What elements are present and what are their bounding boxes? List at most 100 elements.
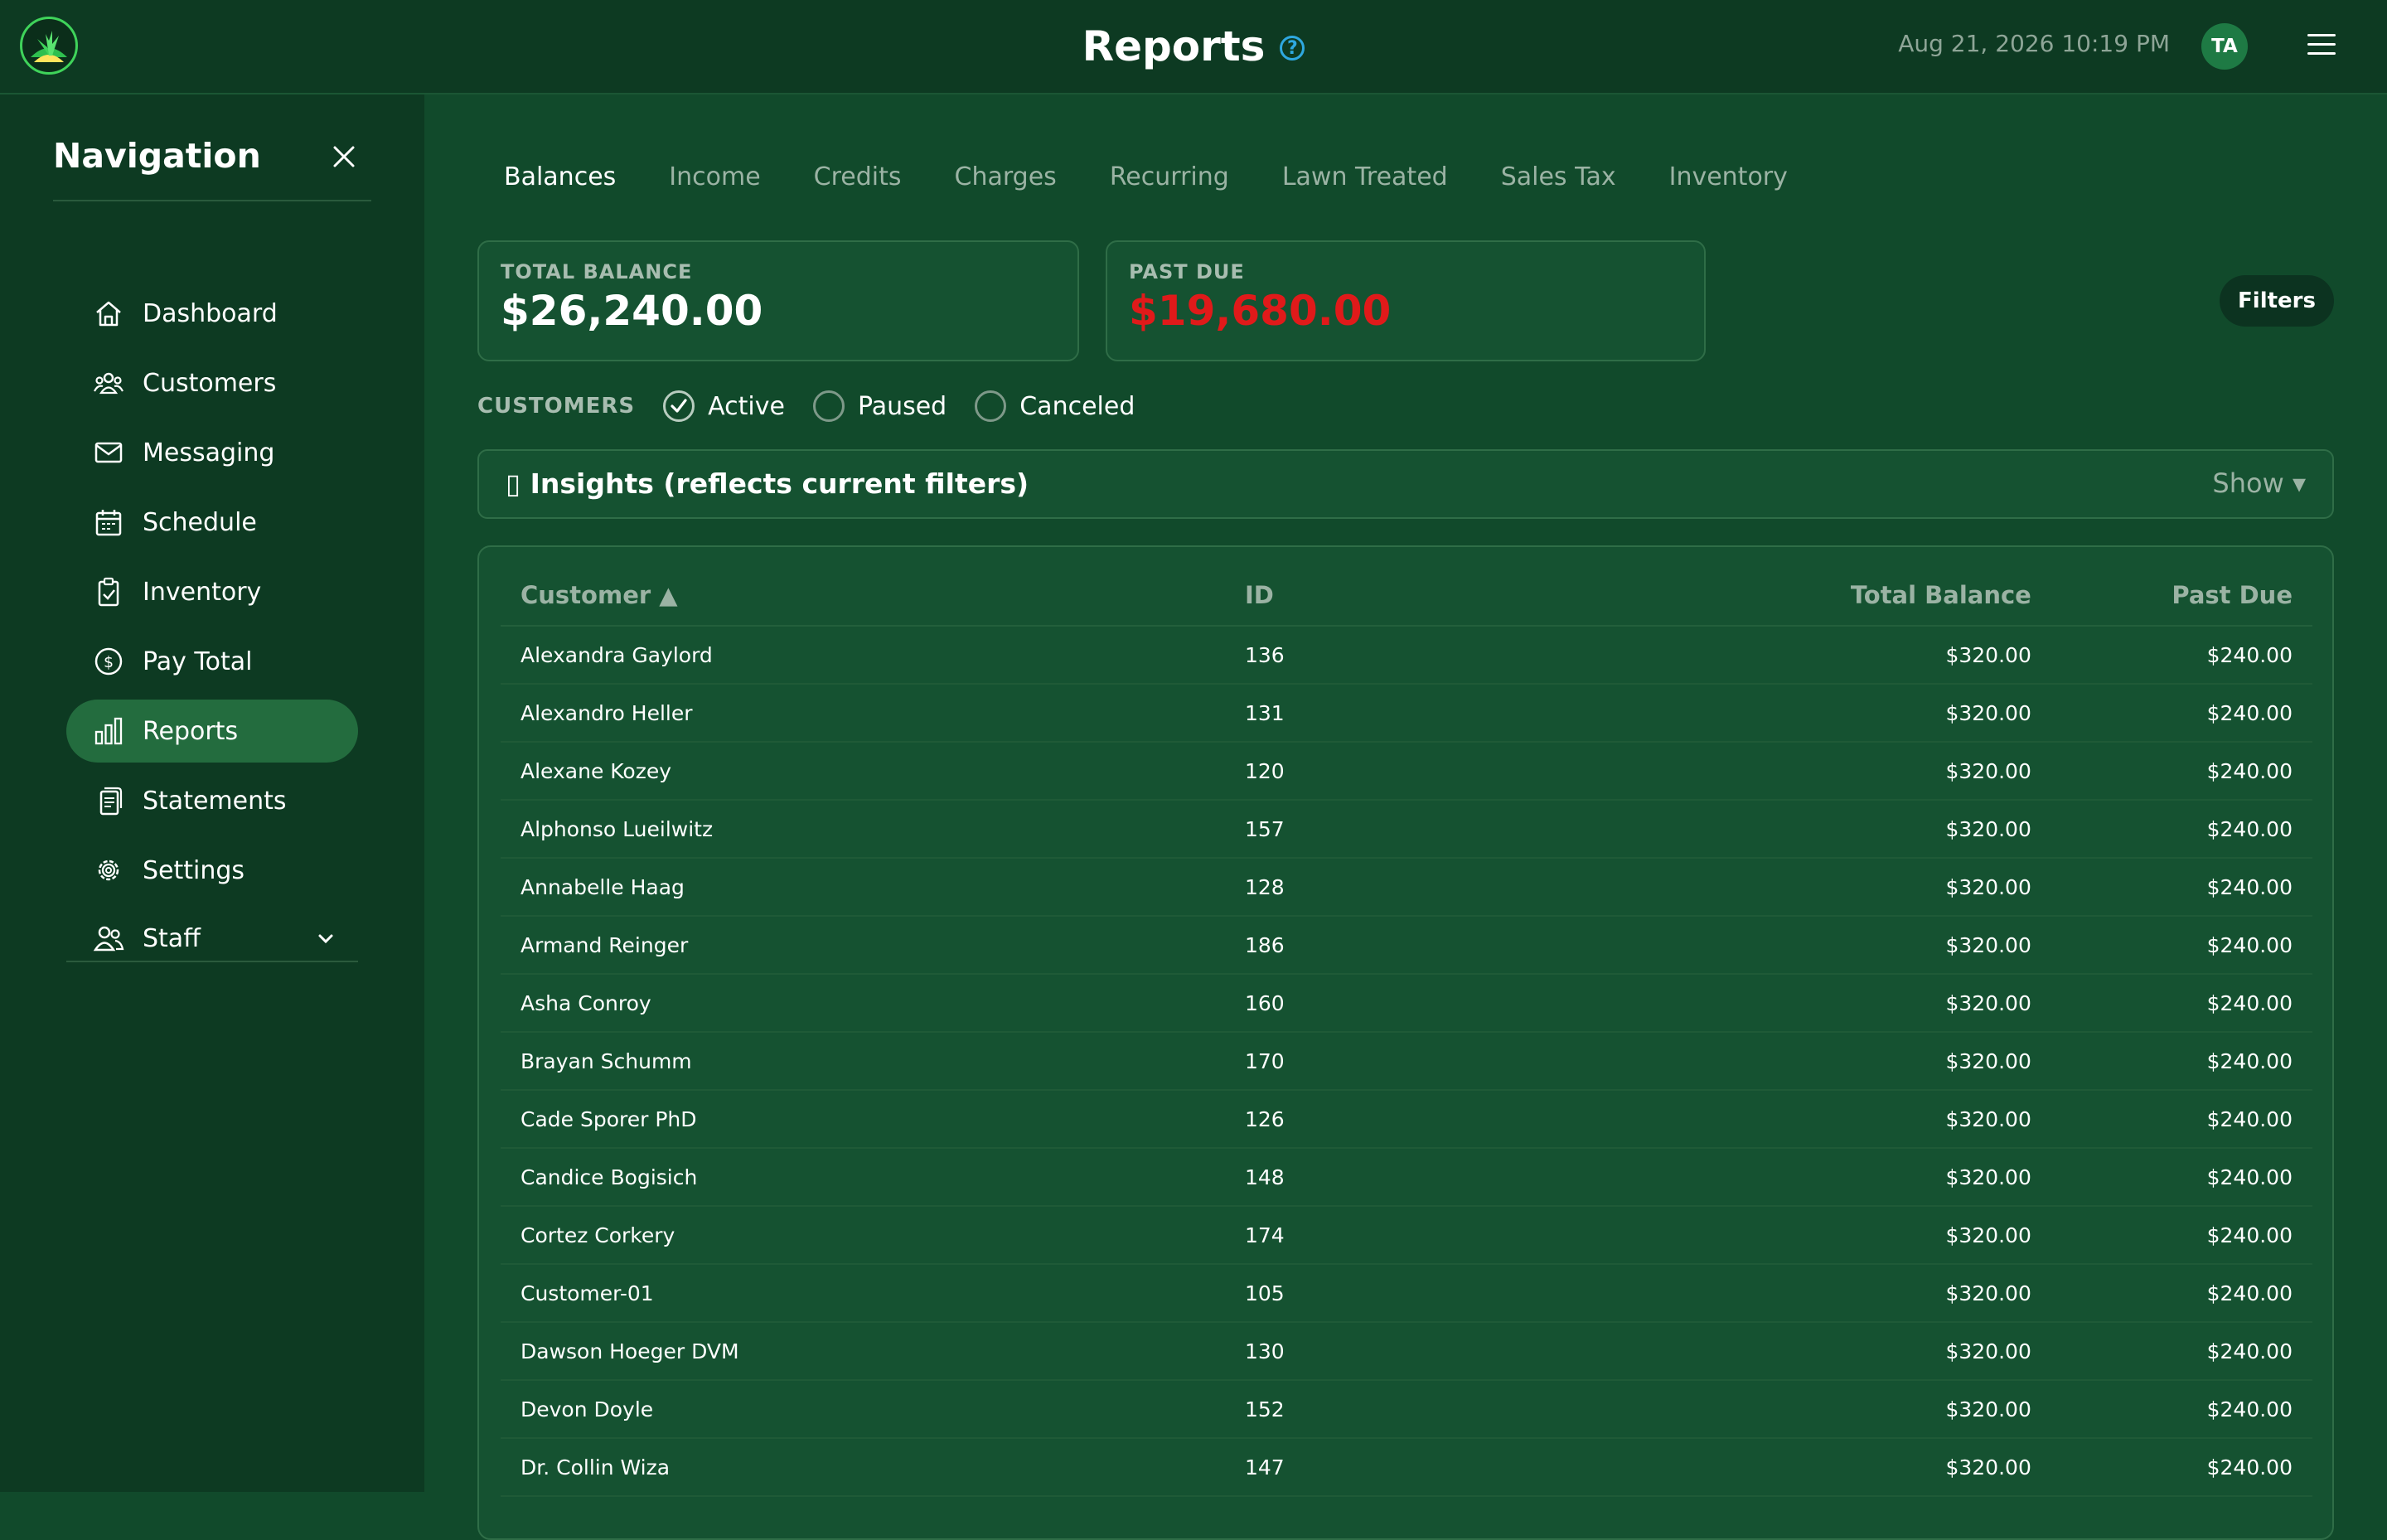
- sidebar-item-settings[interactable]: Settings: [66, 839, 358, 902]
- insights-panel[interactable]: ▯ Insights (reflects current filters) Sh…: [477, 449, 2334, 519]
- sidebar-item-messaging[interactable]: Messaging: [66, 421, 358, 484]
- insights-show-toggle[interactable]: Show ▾: [2212, 467, 2306, 499]
- customer-name-cell: Devon Doyle: [501, 1380, 1225, 1439]
- sidebar-item-label: Reports: [143, 716, 239, 746]
- users-icon: [94, 372, 123, 395]
- past-due-value: $19,680.00: [1129, 287, 1392, 335]
- sidebar-item-schedule[interactable]: Schedule: [66, 491, 358, 554]
- past-due-cell: $240.00: [2050, 684, 2312, 743]
- table-header-row: Customer ▲ ID Total Balance Past Due: [501, 565, 2312, 627]
- table-row[interactable]: Candice Bogisich 148 $320.00 $240.00: [501, 1148, 2312, 1207]
- total-balance-cell: $320.00: [1692, 974, 2051, 1033]
- dollar-circle-icon: $: [94, 647, 123, 676]
- tab-sales-tax[interactable]: Sales Tax: [1501, 162, 1616, 191]
- table-row[interactable]: Annabelle Haag 128 $320.00 $240.00: [501, 858, 2312, 917]
- report-tabs: Balances Income Credits Charges Recurrin…: [504, 162, 1841, 191]
- table-row[interactable]: Alexandro Heller 131 $320.00 $240.00: [501, 684, 2312, 743]
- table-row[interactable]: Dawson Hoeger DVM 130 $320.00 $240.00: [501, 1322, 2312, 1381]
- table-row[interactable]: Armand Reinger 186 $320.00 $240.00: [501, 916, 2312, 975]
- sidebar-item-label: Inventory: [143, 577, 262, 607]
- sidebar-item-label: Pay Total: [143, 647, 253, 676]
- past-due-cell: $240.00: [2050, 742, 2312, 801]
- clipboard-check-icon: [98, 577, 119, 607]
- customer-name-cell: Annabelle Haag: [501, 858, 1225, 917]
- sidebar-divider: [66, 961, 358, 962]
- hamburger-menu-icon[interactable]: [2307, 34, 2336, 57]
- table-row[interactable]: Devon Doyle 152 $320.00 $240.00: [501, 1380, 2312, 1439]
- documents-icon: [99, 787, 123, 816]
- past-due-card: PAST DUE $19,680.00: [1106, 240, 1706, 361]
- sidebar-item-reports[interactable]: Reports: [66, 700, 358, 763]
- past-due-cell: $240.00: [2050, 1206, 2312, 1265]
- sidebar-title: Navigation: [53, 136, 261, 176]
- table-row[interactable]: Asha Conroy 160 $320.00 $240.00: [501, 974, 2312, 1033]
- page-title: Reports: [1082, 22, 1266, 70]
- canceled-radio[interactable]: [975, 390, 1007, 422]
- customer-name-cell: Customer-01: [501, 1264, 1225, 1323]
- past-due-label: PAST DUE: [1129, 260, 1245, 283]
- total-balance-cell: $320.00: [1692, 800, 2051, 859]
- past-due-cell: $240.00: [2050, 1264, 2312, 1323]
- customer-id-cell: 170: [1225, 1032, 1692, 1091]
- table-row[interactable]: Cade Sporer PhD 126 $320.00 $240.00: [501, 1090, 2312, 1149]
- customer-id-cell: 160: [1225, 974, 1692, 1033]
- user-avatar[interactable]: TA: [2201, 23, 2248, 70]
- sidebar-item-label: Statements: [143, 786, 287, 816]
- close-icon[interactable]: [330, 143, 358, 171]
- customer-name-cell: Alphonso Lueilwitz: [501, 800, 1225, 859]
- table-row[interactable]: Customer-01 105 $320.00 $240.00: [501, 1264, 2312, 1323]
- past-due-cell: $240.00: [2050, 858, 2312, 917]
- customer-name-cell: Alexandro Heller: [501, 684, 1225, 743]
- customer-id-cell: 147: [1225, 1438, 1692, 1497]
- active-radio[interactable]: [663, 390, 695, 422]
- balances-table-card: Customer ▲ ID Total Balance Past Due Ale…: [477, 545, 2334, 1540]
- customer-name-cell: Alexane Kozey: [501, 742, 1225, 801]
- tab-balances[interactable]: Balances: [504, 162, 616, 191]
- chevron-down-icon[interactable]: [317, 930, 335, 948]
- column-header-total-balance[interactable]: Total Balance: [1692, 565, 2051, 627]
- past-due-cell: $240.00: [2050, 1148, 2312, 1207]
- active-radio-label: Active: [708, 391, 785, 421]
- tab-credits[interactable]: Credits: [814, 162, 902, 191]
- sidebar: Navigation Dashboard Customers Messaging…: [0, 94, 424, 1492]
- table-row[interactable]: Dr. Collin Wiza 147 $320.00 $240.00: [501, 1438, 2312, 1497]
- customer-id-cell: 152: [1225, 1380, 1692, 1439]
- customer-name-cell: Cade Sporer PhD: [501, 1090, 1225, 1149]
- total-balance-cell: $320.00: [1692, 1380, 2051, 1439]
- filters-button[interactable]: Filters: [2220, 275, 2334, 327]
- tab-income[interactable]: Income: [669, 162, 760, 191]
- total-balance-cell: $320.00: [1692, 1032, 2051, 1091]
- total-balance-cell: $320.00: [1692, 742, 2051, 801]
- checkmark-icon: [671, 399, 687, 413]
- column-header-id[interactable]: ID: [1225, 565, 1692, 627]
- column-header-past-due[interactable]: Past Due: [2050, 565, 2312, 627]
- column-header-customer[interactable]: Customer ▲: [501, 565, 1225, 627]
- sidebar-item-customers[interactable]: Customers: [66, 351, 358, 414]
- help-icon[interactable]: ?: [1280, 36, 1305, 61]
- sidebar-item-dashboard[interactable]: Dashboard: [66, 282, 358, 345]
- sidebar-item-label: Messaging: [143, 438, 275, 467]
- sidebar-divider: [53, 200, 371, 201]
- sidebar-item-inventory[interactable]: Inventory: [66, 560, 358, 623]
- table-row[interactable]: Brayan Schumm 170 $320.00 $240.00: [501, 1032, 2312, 1091]
- customer-id-cell: 105: [1225, 1264, 1692, 1323]
- gear-icon: [98, 860, 119, 881]
- table-row[interactable]: Cortez Corkery 174 $320.00 $240.00: [501, 1206, 2312, 1265]
- table-row[interactable]: Alexane Kozey 120 $320.00 $240.00: [501, 742, 2312, 801]
- tab-lawn-treated[interactable]: Lawn Treated: [1282, 162, 1448, 191]
- tab-recurring[interactable]: Recurring: [1110, 162, 1229, 191]
- paused-radio[interactable]: [812, 390, 845, 422]
- table-row[interactable]: Alphonso Lueilwitz 157 $320.00 $240.00: [501, 800, 2312, 859]
- customer-id-cell: 148: [1225, 1148, 1692, 1207]
- customer-id-cell: 174: [1225, 1206, 1692, 1265]
- table-row[interactable]: Alexandra Gaylord 136 $320.00 $240.00: [501, 626, 2312, 685]
- staff-icon: [93, 926, 124, 952]
- sidebar-item-label: Schedule: [143, 507, 257, 537]
- past-due-cell: $240.00: [2050, 800, 2312, 859]
- sidebar-item-pay-total[interactable]: $ Pay Total: [66, 630, 358, 693]
- customer-name-cell: Brayan Schumm: [501, 1032, 1225, 1091]
- sidebar-item-statements[interactable]: Statements: [66, 769, 358, 832]
- tab-inventory[interactable]: Inventory: [1669, 162, 1788, 191]
- tab-charges[interactable]: Charges: [955, 162, 1057, 191]
- total-balance-cell: $320.00: [1692, 916, 2051, 975]
